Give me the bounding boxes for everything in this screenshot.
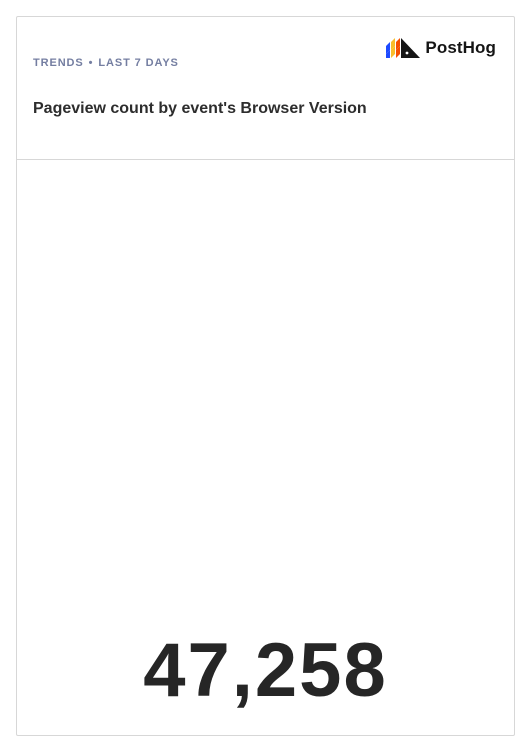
insight-meta: TRENDS • LAST 7 DAYS bbox=[33, 57, 179, 69]
insight-card: TRENDS • LAST 7 DAYS Pageview count by eve… bbox=[16, 16, 515, 736]
insight-type-label: TRENDS bbox=[33, 57, 84, 69]
insight-date-range: LAST 7 DAYS bbox=[98, 57, 179, 69]
insight-card-header: TRENDS • LAST 7 DAYS Pageview count by eve… bbox=[17, 17, 514, 160]
posthog-wordmark: PostHog bbox=[425, 38, 496, 57]
posthog-logo-icon bbox=[386, 38, 421, 58]
posthog-brand-link[interactable]: PostHog bbox=[386, 37, 496, 59]
insight-total-value: 47,258 bbox=[143, 628, 388, 713]
meta-separator: • bbox=[88, 57, 94, 69]
insight-title: Pageview count by event's Browser Versio… bbox=[33, 100, 367, 117]
